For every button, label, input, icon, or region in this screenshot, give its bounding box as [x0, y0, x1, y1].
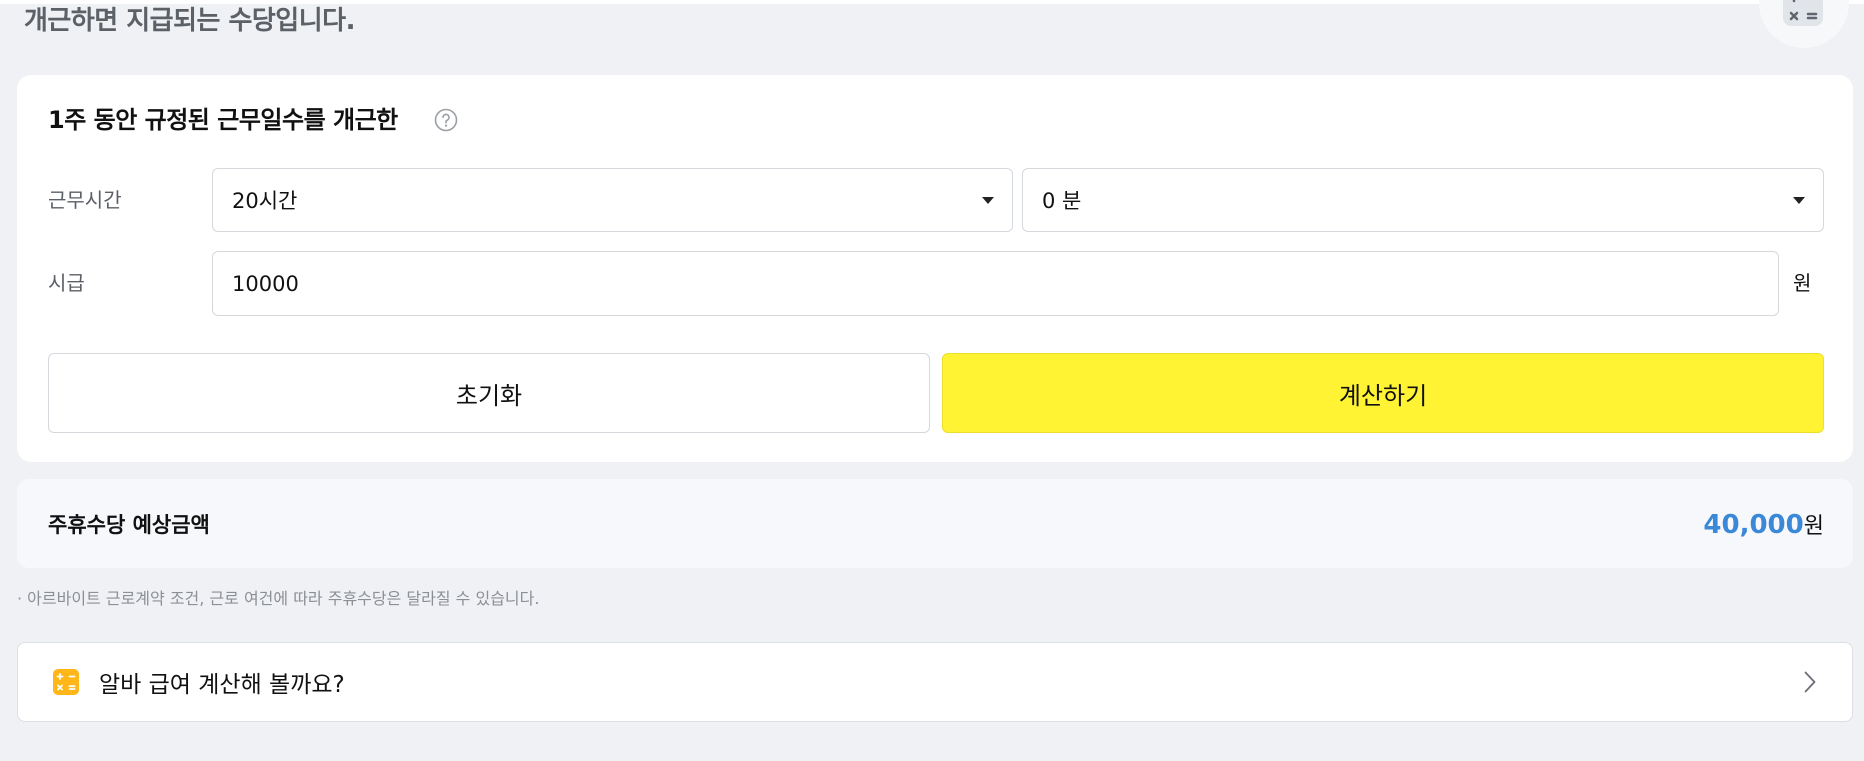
disclaimer-note: · 아르바이트 근로계약 조건, 근로 여건에 따라 주휴수당은 달라질 수 있… [17, 589, 540, 608]
caret-down-icon [982, 196, 994, 204]
hours-select-value: 20시간 [232, 189, 298, 213]
chevron-right-icon [1804, 671, 1816, 693]
minutes-select[interactable]: 0 분 [1022, 168, 1824, 232]
reset-button[interactable]: 초기화 [48, 353, 930, 433]
hourly-wage-label: 시급 [48, 271, 85, 295]
calculator-icon [53, 669, 79, 695]
work-time-label: 근무시간 [48, 188, 122, 212]
calculate-button[interactable]: 계산하기 [942, 353, 1824, 433]
promo-label: 알바 급여 계산해 볼까요? [99, 672, 345, 698]
result-panel: 주휴수당 예상금액 40,000 원 [17, 479, 1853, 568]
hours-select[interactable]: 20시간 [212, 168, 1013, 232]
result-amount: 40,000 [1703, 509, 1804, 540]
salary-calculator-link[interactable]: 알바 급여 계산해 볼까요? [17, 642, 1853, 722]
result-unit: 원 [1803, 513, 1824, 539]
question-circle-icon[interactable] [434, 108, 458, 132]
calculator-shortcut-button[interactable] [1759, 0, 1849, 48]
result-label: 주휴수당 예상금액 [48, 512, 210, 537]
page-description: 개근하면 지급되는 수당입니다. [24, 6, 355, 36]
hourly-wage-unit: 원 [1793, 271, 1812, 295]
form-title: 1주 동안 규정된 근무일수를 개근한 [48, 106, 398, 134]
caret-down-icon [1793, 196, 1805, 204]
allowance-form-card: 1주 동안 규정된 근무일수를 개근한 근무시간 20시간 0 분 시급 원 초… [17, 75, 1853, 462]
result-value: 40,000 원 [1703, 508, 1824, 540]
minutes-select-value: 0 분 [1042, 189, 1082, 213]
calculator-icon [1783, 0, 1823, 26]
hourly-wage-input[interactable] [212, 251, 1779, 316]
